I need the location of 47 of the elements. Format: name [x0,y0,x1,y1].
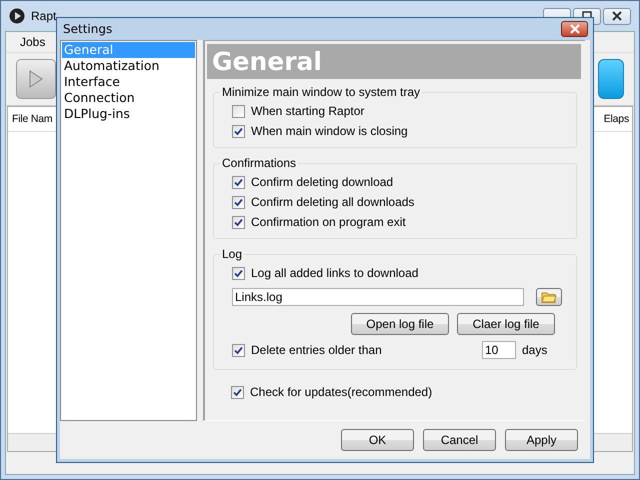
play-button[interactable] [16,59,56,99]
checkbox[interactable] [232,104,245,118]
category-item[interactable]: DLPlug-ins [62,106,195,122]
column-header[interactable]: Elaps [604,113,629,125]
dialog-title: Settings [63,22,112,36]
close-icon [568,24,580,34]
category-item[interactable]: Interface [62,74,195,90]
checkbox-label: When main window is closing [251,124,408,138]
checkbox[interactable] [231,386,244,398]
checkbox-label: Log all added links to download [251,266,418,280]
checkbox-label: Confirm deleting download [251,175,394,189]
group-title: Minimize main window to system tray [221,85,422,99]
unit-label: days [522,343,548,357]
browse-button[interactable] [536,288,562,306]
close-icon [611,10,623,22]
checkbox[interactable] [232,124,245,138]
button[interactable]: OK [341,429,414,451]
menu-item[interactable]: Jobs [20,35,46,49]
days-field[interactable]: 10 [482,341,516,359]
toolbar-button[interactable] [598,59,624,99]
group-title: Log [221,247,244,261]
checkbox-label: Confirm deleting all downloads [251,195,414,209]
button[interactable]: Claer log file [457,313,555,335]
checkbox-label: Confirmation on program exit [251,215,406,229]
checkbox[interactable] [232,176,245,188]
play-icon [28,70,44,88]
window-title: Rapt [31,9,56,23]
panel-header: General [207,44,581,79]
category-item[interactable]: Connection [62,90,195,106]
app-logo-icon [9,8,25,24]
button[interactable]: Apply [505,429,578,451]
checkbox-label: Delete entries older than [251,343,382,357]
checkbox[interactable] [232,196,245,208]
button[interactable]: Cancel [423,429,496,451]
checkbox[interactable] [232,266,245,280]
folder-icon [541,291,557,303]
category-item[interactable]: Automatization [62,58,195,74]
button[interactable]: Open log file [351,313,449,335]
close-button[interactable] [603,8,631,24]
checkbox[interactable] [232,216,245,228]
close-button[interactable] [561,21,588,37]
group-title: Confirmations [221,156,298,170]
file-path-field[interactable]: Links.log [232,288,524,306]
checkbox-label: Check for updates(recommended) [250,385,432,399]
checkbox[interactable] [232,344,245,356]
checkbox-label: When starting Raptor [251,104,364,118]
column-header[interactable]: File Nam [12,113,52,125]
